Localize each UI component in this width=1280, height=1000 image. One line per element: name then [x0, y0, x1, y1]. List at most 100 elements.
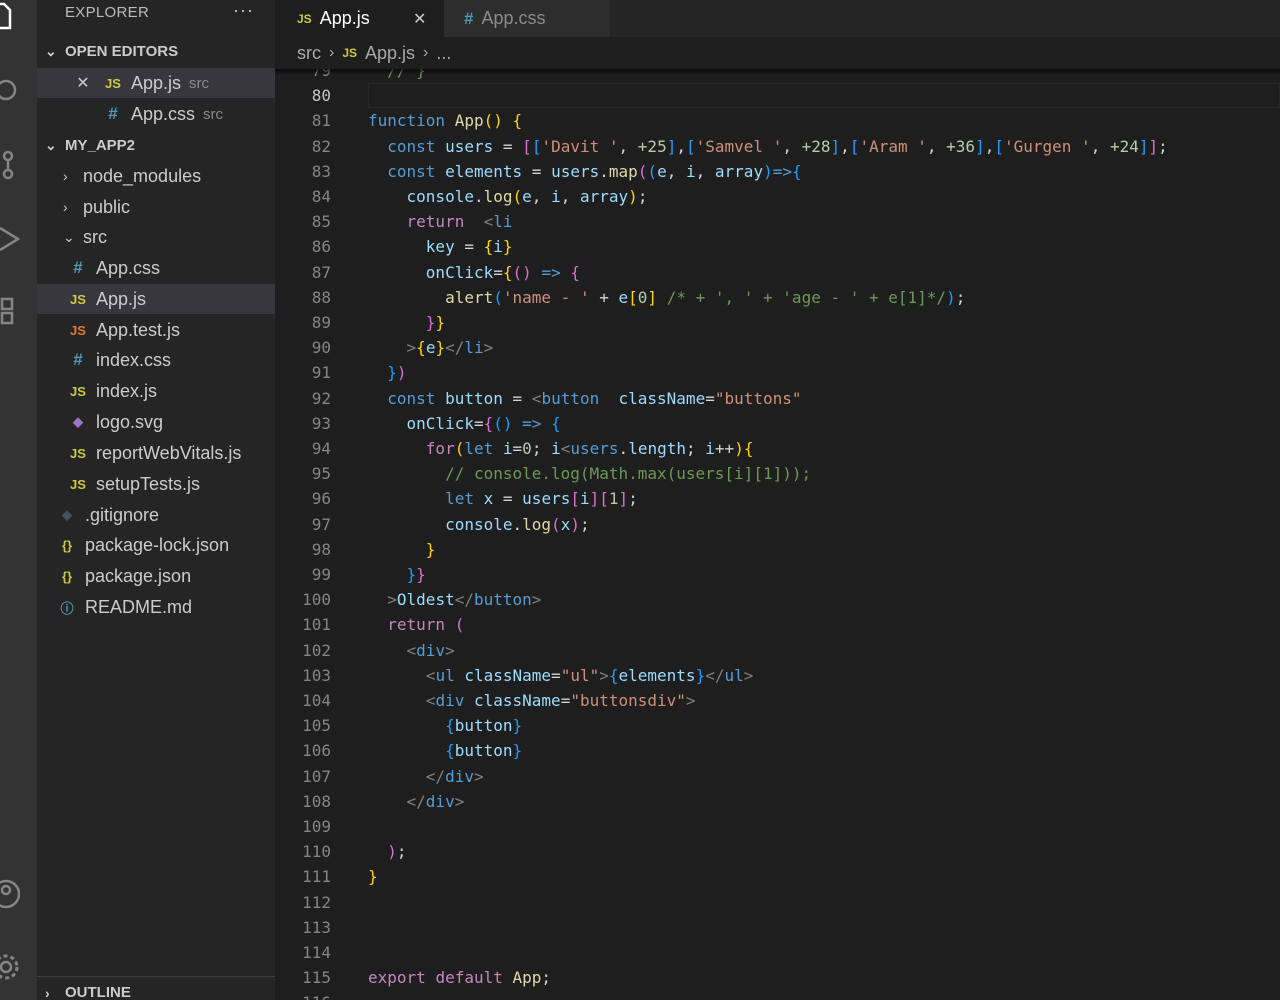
js-file-icon: JS [297, 11, 312, 26]
extensions-icon[interactable] [0, 295, 20, 329]
code-line[interactable]: 93 onClick={() => { [275, 411, 1280, 436]
search-icon[interactable] [0, 73, 20, 107]
tree-folder-src[interactable]: ⌄ src [37, 222, 275, 252]
line-code: >{e}</li> [406, 338, 494, 358]
code-line[interactable]: 103 <ul className="ul">{elements}</ul> [275, 663, 1280, 688]
tab-app-css[interactable]: # App.css [444, 0, 610, 37]
line-number: 80 [311, 86, 331, 106]
tree-file-setup-tests[interactable]: JS setupTests.js [37, 469, 275, 499]
code-line[interactable]: 115 export default App; [275, 965, 1280, 990]
breadcrumb-folder[interactable]: src [297, 43, 321, 64]
breadcrumb-file[interactable]: App.js [365, 43, 415, 64]
line-number: 108 [302, 791, 331, 811]
explorer-icon[interactable] [0, 0, 20, 34]
git-file-icon: ◆ [62, 507, 72, 522]
tree-file-app-css[interactable]: # App.css [37, 253, 275, 283]
chevron-down-icon: ⌄ [45, 137, 57, 153]
close-icon[interactable]: ✕ [71, 73, 95, 93]
code-line[interactable]: 100 >Oldest</button> [275, 587, 1280, 612]
line-code: const button = <button className="button… [387, 388, 802, 408]
open-editor-app-js[interactable]: ✕ JS App.js src [37, 68, 275, 98]
project-header[interactable]: ⌄ MY_APP2 [45, 137, 135, 154]
tree-file-index-css[interactable]: # index.css [37, 345, 275, 375]
code-line[interactable]: 96 let x = users[i][1]; [275, 486, 1280, 511]
more-actions-icon[interactable]: ··· [233, 0, 254, 21]
code-line[interactable]: 86 key = {i} [275, 234, 1280, 259]
code-line[interactable]: 95 // console.log(Math.max(users[i][1]))… [275, 461, 1280, 486]
tree-item-label: .gitignore [85, 504, 160, 525]
tree-file-gitignore[interactable]: ◆ .gitignore [37, 500, 275, 530]
open-editor-name: App.css [131, 103, 196, 124]
code-line[interactable]: 80 [275, 83, 1280, 108]
line-number: 96 [311, 489, 331, 509]
activity-bar [0, 0, 37, 1000]
breadcrumb-more[interactable]: ... [436, 43, 451, 64]
code-line[interactable]: 82 const users = [['Davit ', +25],['Samv… [275, 134, 1280, 159]
line-code: key = {i} [425, 237, 513, 257]
tree-file-logo-svg[interactable]: ◆ logo.svg [37, 407, 275, 437]
source-control-icon[interactable] [0, 148, 20, 182]
json-file-icon: {} [61, 568, 73, 584]
code-line[interactable]: 99 }} [275, 562, 1280, 587]
tree-item-label: logo.svg [96, 411, 164, 432]
tree-file-readme[interactable]: ⓘ README.md [37, 592, 275, 622]
tree-file-package-json[interactable]: {} package.json [37, 561, 275, 591]
tree-file-app-js[interactable]: JS App.js [37, 284, 275, 314]
code-line[interactable]: 112 [275, 890, 1280, 915]
code-line[interactable]: 92 const button = <button className="but… [275, 386, 1280, 411]
code-line[interactable]: 105 {button} [275, 713, 1280, 738]
account-icon[interactable] [0, 877, 20, 911]
run-debug-icon[interactable] [0, 222, 20, 256]
code-line[interactable]: 88 alert('name - ' + e[0] /* + ', ' + 'a… [275, 285, 1280, 310]
tree-folder-node-modules[interactable]: › node_modules [37, 161, 275, 191]
line-code: let x = users[i][1]; [445, 489, 638, 509]
tab-app-js[interactable]: JS App.js ✕ [275, 0, 444, 37]
code-line[interactable]: 97 console.log(x); [275, 512, 1280, 537]
code-line[interactable]: 113 [275, 915, 1280, 940]
code-line[interactable]: 114 [275, 940, 1280, 965]
line-number: 97 [311, 514, 331, 534]
code-line[interactable]: 110 ); [275, 839, 1280, 864]
code-line[interactable]: 104 <div className="buttonsdiv"> [275, 688, 1280, 713]
code-line[interactable]: 90 >{e}</li> [275, 335, 1280, 360]
gear-icon[interactable] [0, 950, 20, 984]
line-code: <div className="buttonsdiv"> [425, 691, 696, 710]
line-number: 93 [311, 413, 331, 433]
code-line[interactable]: 94 for(let i=0; i<users.length; i++){ [275, 436, 1280, 461]
code-line[interactable]: 84 console.log(e, i, array); [275, 184, 1280, 209]
tree-file-app-test-js[interactable]: JS App.test.js [37, 315, 275, 345]
open-editor-app-css[interactable]: # App.css src [37, 99, 275, 129]
code-line[interactable]: 98 } [275, 537, 1280, 562]
code-line[interactable]: 116 [275, 990, 1280, 1000]
tree-file-index-js[interactable]: JS index.js [37, 376, 275, 406]
line-number: 113 [302, 917, 331, 937]
code-line[interactable]: 102 <div> [275, 638, 1280, 663]
code-line[interactable]: 83 const elements = users.map((e, i, arr… [275, 159, 1280, 184]
outline-header[interactable]: › OUTLINE [45, 984, 131, 1000]
scroll-shadow [275, 69, 1280, 75]
tree-file-package-lock[interactable]: {} package-lock.json [37, 530, 275, 560]
line-number: 92 [311, 388, 331, 408]
code-line[interactable]: 85 return <li [275, 209, 1280, 234]
code-line[interactable]: 111} [275, 864, 1280, 889]
code-line[interactable]: 108 </div> [275, 789, 1280, 814]
code-line[interactable]: 81 function App() { [275, 108, 1280, 133]
line-code: export default App; [368, 968, 552, 988]
code-line[interactable]: 107 </div> [275, 764, 1280, 789]
code-line[interactable]: 89 }} [275, 310, 1280, 335]
line-code: {button} [445, 716, 523, 736]
code-editor[interactable]: 79 // }8081function App() {82 const user… [275, 69, 1280, 1000]
code-line[interactable]: 106 {button} [275, 738, 1280, 763]
tree-item-label: App.css [96, 257, 161, 278]
tree-file-report-web-vitals[interactable]: JS reportWebVitals.js [37, 438, 275, 468]
code-line[interactable]: 109 [275, 814, 1280, 839]
editor-tabs: JS App.js ✕ # App.css [275, 0, 1280, 37]
line-code: } [425, 539, 436, 559]
code-line[interactable]: 101 return ( [275, 612, 1280, 637]
open-editors-header[interactable]: ⌄ OPEN EDITORS [45, 43, 178, 60]
code-line[interactable]: 87 onClick={() => { [275, 260, 1280, 285]
open-editors-title: OPEN EDITORS [65, 43, 179, 60]
close-icon[interactable]: ✕ [413, 9, 426, 29]
tree-folder-public[interactable]: › public [37, 192, 275, 222]
code-line[interactable]: 91 }) [275, 360, 1280, 385]
